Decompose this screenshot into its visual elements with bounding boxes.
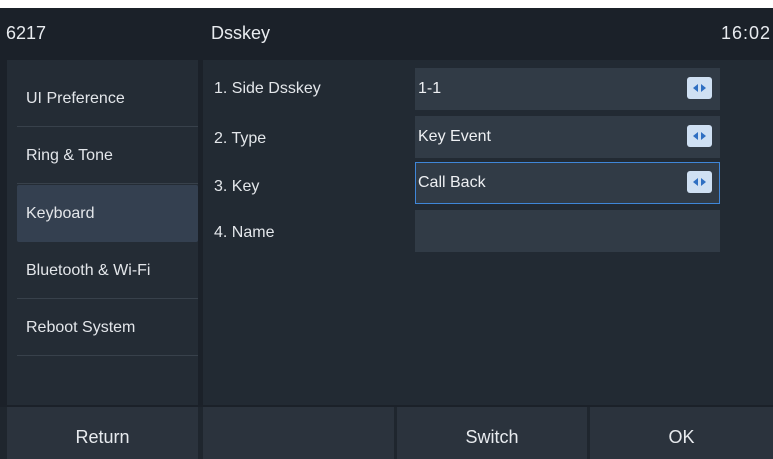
clock: 16:02 <box>720 23 771 43</box>
menu-item-keyboard[interactable]: Keyboard <box>17 185 198 242</box>
extension-number: 6217 <box>6 23 47 43</box>
key-label: 3. Key <box>214 178 260 195</box>
settings-menu: UI Preference Ring & Tone Keyboard Bluet… <box>7 60 198 405</box>
menu-item-bluetooth-wifi[interactable]: Bluetooth & Wi-Fi <box>17 242 198 299</box>
name-label: 4. Name <box>214 224 275 241</box>
menu-item-reboot-system[interactable]: Reboot System <box>17 299 198 356</box>
key-value: Call Back <box>418 174 486 191</box>
page-title: Dsskey <box>211 23 271 43</box>
type-label: 2. Type <box>214 130 267 147</box>
empty-softkey[interactable] <box>203 407 394 459</box>
left-right-arrows-icon[interactable] <box>687 77 712 99</box>
phone-screen: 6217 Dsskey 16:02 UI Preference Ring & T… <box>0 8 773 459</box>
ok-softkey[interactable]: OK <box>590 407 773 459</box>
menu-item-ui-preference[interactable]: UI Preference <box>17 70 198 127</box>
side-dsskey-label: 1. Side Dsskey <box>214 80 321 97</box>
left-right-arrows-icon[interactable] <box>687 171 712 193</box>
menu-item-ring-tone[interactable]: Ring & Tone <box>17 127 198 184</box>
side-dsskey-value: 1-1 <box>418 80 442 97</box>
left-right-arrows-icon[interactable] <box>687 125 712 147</box>
status-bar: 6217 Dsskey 16:02 <box>0 8 773 60</box>
type-select[interactable]: Key Event <box>415 116 720 158</box>
name-input[interactable] <box>415 210 720 252</box>
softkey-bar: Return Switch OK <box>0 407 773 459</box>
type-value: Key Event <box>418 128 491 145</box>
return-softkey[interactable]: Return <box>7 407 198 459</box>
switch-softkey[interactable]: Switch <box>397 407 587 459</box>
key-select[interactable]: Call Back <box>415 162 720 204</box>
side-dsskey-select[interactable]: 1-1 <box>415 68 720 110</box>
dsskey-form: 1. Side Dsskey 1-1 2. Type Key Event 3. … <box>203 60 773 405</box>
